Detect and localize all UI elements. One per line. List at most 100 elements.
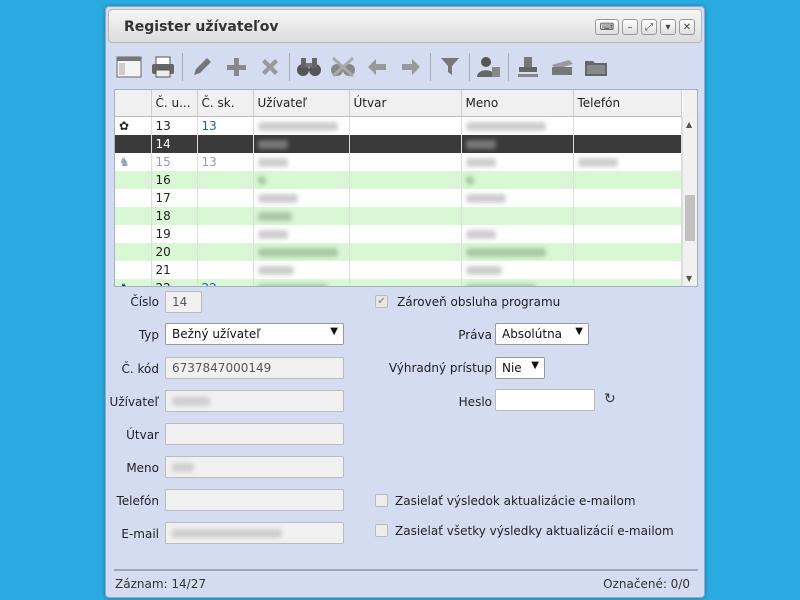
redacted-text	[465, 194, 506, 203]
cell-meno	[461, 153, 574, 171]
row-user-icon	[115, 261, 152, 279]
toolbar-separator	[289, 53, 290, 81]
redacted-text	[257, 122, 338, 131]
maximize-button[interactable]: ⤢	[641, 19, 657, 35]
table-row[interactable]: 18	[115, 207, 682, 225]
binoculars-icon[interactable]	[294, 52, 324, 82]
telefon-field[interactable]	[165, 489, 344, 511]
cell-skupina	[197, 261, 254, 279]
email-field[interactable]	[165, 522, 344, 544]
cell-uzivatel	[253, 225, 350, 243]
folder-icon[interactable]	[581, 52, 611, 82]
redacted-text	[465, 248, 546, 257]
table-row[interactable]: 17	[115, 189, 682, 207]
redacted-text	[465, 122, 546, 131]
stamp-icon[interactable]	[513, 52, 543, 82]
row-user-icon: ♞	[115, 279, 152, 286]
arrow-right-icon[interactable]	[396, 52, 426, 82]
table-row[interactable]: 16	[115, 171, 682, 189]
redacted-text	[465, 284, 536, 286]
cell-utvar	[349, 189, 462, 207]
table-row[interactable]: ♞2222	[115, 279, 682, 286]
redacted-text	[577, 158, 618, 167]
cell-skupina	[197, 243, 254, 261]
table-row[interactable]: ♞ 15 13	[115, 153, 682, 171]
table-row[interactable]: 21	[115, 261, 682, 279]
typ-select[interactable]: Bežný užívateľ ▼	[165, 323, 344, 345]
cell-utvar	[349, 279, 462, 286]
delete-icon[interactable]	[255, 52, 285, 82]
cell-telefon	[573, 207, 682, 225]
arrow-left-icon[interactable]	[362, 52, 392, 82]
cell-uzivatel	[253, 171, 350, 189]
email-label: E-mail	[121, 527, 159, 541]
add-icon[interactable]	[221, 52, 251, 82]
filter-icon[interactable]	[435, 52, 465, 82]
chevron-down-icon: ▼	[330, 326, 338, 337]
col-header-cislo[interactable]: Č. u...	[151, 90, 198, 117]
oznacene-status: Označené: 0/0	[603, 577, 690, 591]
table-row[interactable]: ✿ 13 13	[115, 116, 682, 135]
scroll-down-icon[interactable]: ▼	[686, 274, 692, 283]
cell-telefon	[573, 189, 682, 207]
cell-skupina: 13	[197, 116, 254, 135]
binoculars-off-icon[interactable]	[328, 52, 358, 82]
col-header-utvar[interactable]: Útvar	[349, 90, 462, 117]
grid-header-corner	[683, 90, 697, 118]
cell-telefon	[573, 135, 682, 153]
redacted-text	[257, 230, 288, 239]
close-button[interactable]: ✕	[679, 19, 695, 35]
zasielat2-checkbox[interactable]	[375, 524, 388, 537]
redacted-text	[257, 266, 294, 275]
col-header-meno[interactable]: Meno	[461, 90, 574, 117]
edit-icon[interactable]	[187, 52, 217, 82]
obsluha-checkbox[interactable]: ✔	[375, 295, 388, 308]
user-admin-icon[interactable]	[474, 52, 504, 82]
col-header-skupina[interactable]: Č. sk.	[197, 90, 254, 117]
grid-scrollbar[interactable]: ▲ ▼	[682, 117, 697, 286]
keyboard-icon[interactable]: ⌨	[595, 19, 619, 35]
table-row[interactable]: 19	[115, 225, 682, 243]
cell-telefon	[573, 153, 682, 171]
meno-field[interactable]	[165, 456, 344, 478]
vyhradny-select[interactable]: Nie ▼	[495, 357, 545, 379]
kod-field[interactable]: 6737847000149	[165, 357, 344, 379]
cislo-field: 14	[165, 291, 202, 313]
utvar-field[interactable]	[165, 423, 344, 445]
redacted-text	[257, 140, 288, 149]
scroll-thumb[interactable]	[685, 195, 695, 241]
scroll-up-icon[interactable]: ▲	[686, 120, 692, 129]
typ-select-value: Bežný užívateľ	[172, 327, 261, 341]
refresh-icon[interactable]: ↻	[604, 391, 616, 407]
row-user-icon	[115, 207, 152, 225]
toolbar-separator	[508, 53, 509, 81]
col-header-icon[interactable]	[115, 90, 152, 117]
footer-divider	[114, 569, 698, 571]
row-user-icon: ♞	[115, 153, 152, 171]
zasielat1-checkbox[interactable]	[375, 494, 388, 507]
window-icon[interactable]	[114, 52, 144, 82]
cell-telefon	[573, 171, 682, 189]
heslo-field[interactable]	[495, 389, 595, 411]
cell-meno	[461, 261, 574, 279]
cell-skupina: 13	[197, 153, 254, 171]
cell-meno	[461, 135, 574, 153]
table-row[interactable]: 14	[115, 135, 682, 153]
cell-cislo: 15	[151, 153, 198, 171]
dropdown-button[interactable]: ▾	[660, 19, 676, 35]
cell-cislo: 19	[151, 225, 198, 243]
printer-2-icon[interactable]	[547, 52, 577, 82]
printer-icon[interactable]	[148, 52, 178, 82]
users-grid[interactable]: Č. u... Č. sk. Užívateľ Útvar Meno Telef…	[114, 89, 698, 287]
col-header-uzivatel[interactable]: Užívateľ	[253, 90, 350, 117]
table-row[interactable]: 20	[115, 243, 682, 261]
uzivatel-field[interactable]	[165, 390, 344, 412]
minimize-button[interactable]: –	[622, 19, 638, 35]
redacted-text	[257, 194, 298, 203]
redacted-text	[257, 248, 338, 257]
cell-skupina	[197, 135, 254, 153]
obsluha-label: Zároveň obsluha programu	[397, 295, 561, 309]
prava-select[interactable]: Absolútna ▼	[495, 323, 589, 345]
col-header-telefon[interactable]: Telefón	[573, 90, 682, 117]
kod-label: Č. kód	[121, 362, 160, 376]
